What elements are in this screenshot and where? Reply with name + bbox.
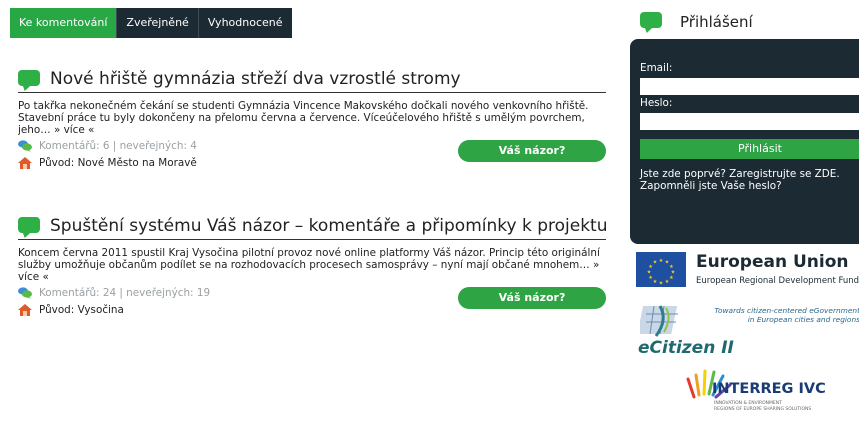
svg-text:★: ★ [659, 281, 664, 287]
password-label: Heslo: [640, 97, 673, 109]
comments-icon [18, 287, 32, 299]
svg-text:★: ★ [647, 270, 652, 276]
comments-icon [18, 140, 32, 152]
opinion-button[interactable]: Váš názor? [458, 140, 606, 162]
login-form: Email: Heslo: Přihlásit Jste zde poprvé?… [630, 39, 859, 244]
interreg-logo: INTERREG IVC INNOVATION & ENVIRONMENT RE… [686, 367, 836, 419]
eu-logo: ★ ★ ★ ★ ★ ★ ★ ★ ★ ★ ★ ★ European Union European … [636, 252, 859, 288]
article-title[interactable]: Spuštění systému Váš názor – komentáře a… [50, 215, 607, 237]
svg-text:★: ★ [648, 275, 653, 281]
interreg-subtitle-1: INNOVATION & ENVIRONMENT [714, 401, 782, 406]
opinion-button[interactable]: Váš názor? [458, 287, 606, 309]
tab-zverejnene[interactable]: Zveřejněné [117, 8, 199, 38]
svg-text:★: ★ [665, 279, 670, 285]
more-link[interactable]: » více « [54, 124, 94, 136]
article-text: Po takřka nekonečném čekání se studenti … [18, 100, 589, 136]
ecitizen-tagline: Towards citizen-centered eGovernment in … [714, 306, 859, 324]
origin: Původ: Vysočina [18, 304, 124, 316]
login-header: Přihlášení [640, 12, 753, 33]
home-icon [18, 304, 32, 316]
tab-bar: Ke komentování Zveřejněné Vyhodnocené [10, 8, 292, 38]
interreg-subtitle-2: REGIONS OF EUROPE SHARING SOLUTIONS [714, 407, 812, 412]
forgot-password-link[interactable]: Zapomněli jste Vaše heslo? [640, 180, 782, 192]
email-label: Email: [640, 62, 673, 74]
svg-text:★: ★ [669, 275, 674, 281]
article-card: Spuštění systému Váš názor – komentáře a… [18, 209, 607, 321]
eu-flag-icon: ★ ★★ ★★★ ★★★ ★★★ [636, 252, 686, 287]
article-title[interactable]: Nové hřiště gymnázia střeží dva vzrostlé… [50, 68, 461, 90]
eu-title: European Union [696, 252, 849, 272]
email-input[interactable] [640, 78, 859, 95]
article-header: Spuštění systému Váš názor – komentáře a… [18, 209, 607, 240]
interreg-name: INTERREG IVC [712, 381, 826, 397]
comments-text: Komentářů: 24 | neveřejných: 19 [39, 287, 211, 299]
origin-text: Původ: Vysočina [39, 304, 124, 316]
article-excerpt: Koncem června 2011 spustil Kraj Vysočina… [18, 247, 606, 283]
svg-text:★: ★ [659, 258, 664, 264]
tab-vyhodnocene[interactable]: Vyhodnocené [198, 8, 292, 38]
speech-bubble-icon [640, 12, 662, 33]
article-excerpt: Po takřka nekonečném čekání se studenti … [18, 100, 606, 136]
comments-count: Komentářů: 24 | neveřejných: 19 [18, 287, 210, 299]
article-header: Nové hřiště gymnázia střeží dva vzrostlé… [18, 62, 606, 93]
article-meta: Komentářů: 24 | neveřejných: 19 Původ: V… [18, 287, 606, 321]
ecitizen-emblem-icon [640, 305, 678, 337]
speech-bubble-icon [18, 217, 40, 238]
ecitizen-logo: Towards citizen-centered eGovernment in … [638, 300, 859, 360]
tab-ke-komentovani[interactable]: Ke komentování [10, 8, 118, 38]
article-text: Koncem června 2011 spustil Kraj Vysočina… [18, 247, 600, 271]
login-button[interactable]: Přihlásit [640, 139, 859, 159]
login-title: Přihlášení [680, 13, 753, 31]
comments-count: Komentářů: 6 | neveřejných: 4 [18, 140, 197, 152]
svg-text:★: ★ [653, 260, 658, 266]
origin: Původ: Nové Město na Moravě [18, 157, 197, 169]
svg-text:★: ★ [653, 279, 658, 285]
article-card: Nové hřiště gymnázia střeží dva vzrostlé… [18, 62, 606, 174]
ecitizen-name: eCitizen II [638, 338, 734, 358]
speech-bubble-icon [18, 70, 40, 91]
register-link[interactable]: Jste zde poprvé? Zaregistrujte se ZDE. [640, 168, 840, 180]
eu-subtitle: European Regional Development Fund [696, 276, 859, 286]
comments-text: Komentářů: 6 | neveřejných: 4 [39, 140, 197, 152]
article-meta: Komentářů: 6 | neveřejných: 4 Původ: Nov… [18, 140, 606, 174]
origin-text: Původ: Nové Město na Moravě [39, 157, 197, 169]
home-icon [18, 157, 32, 169]
password-input[interactable] [640, 113, 859, 130]
